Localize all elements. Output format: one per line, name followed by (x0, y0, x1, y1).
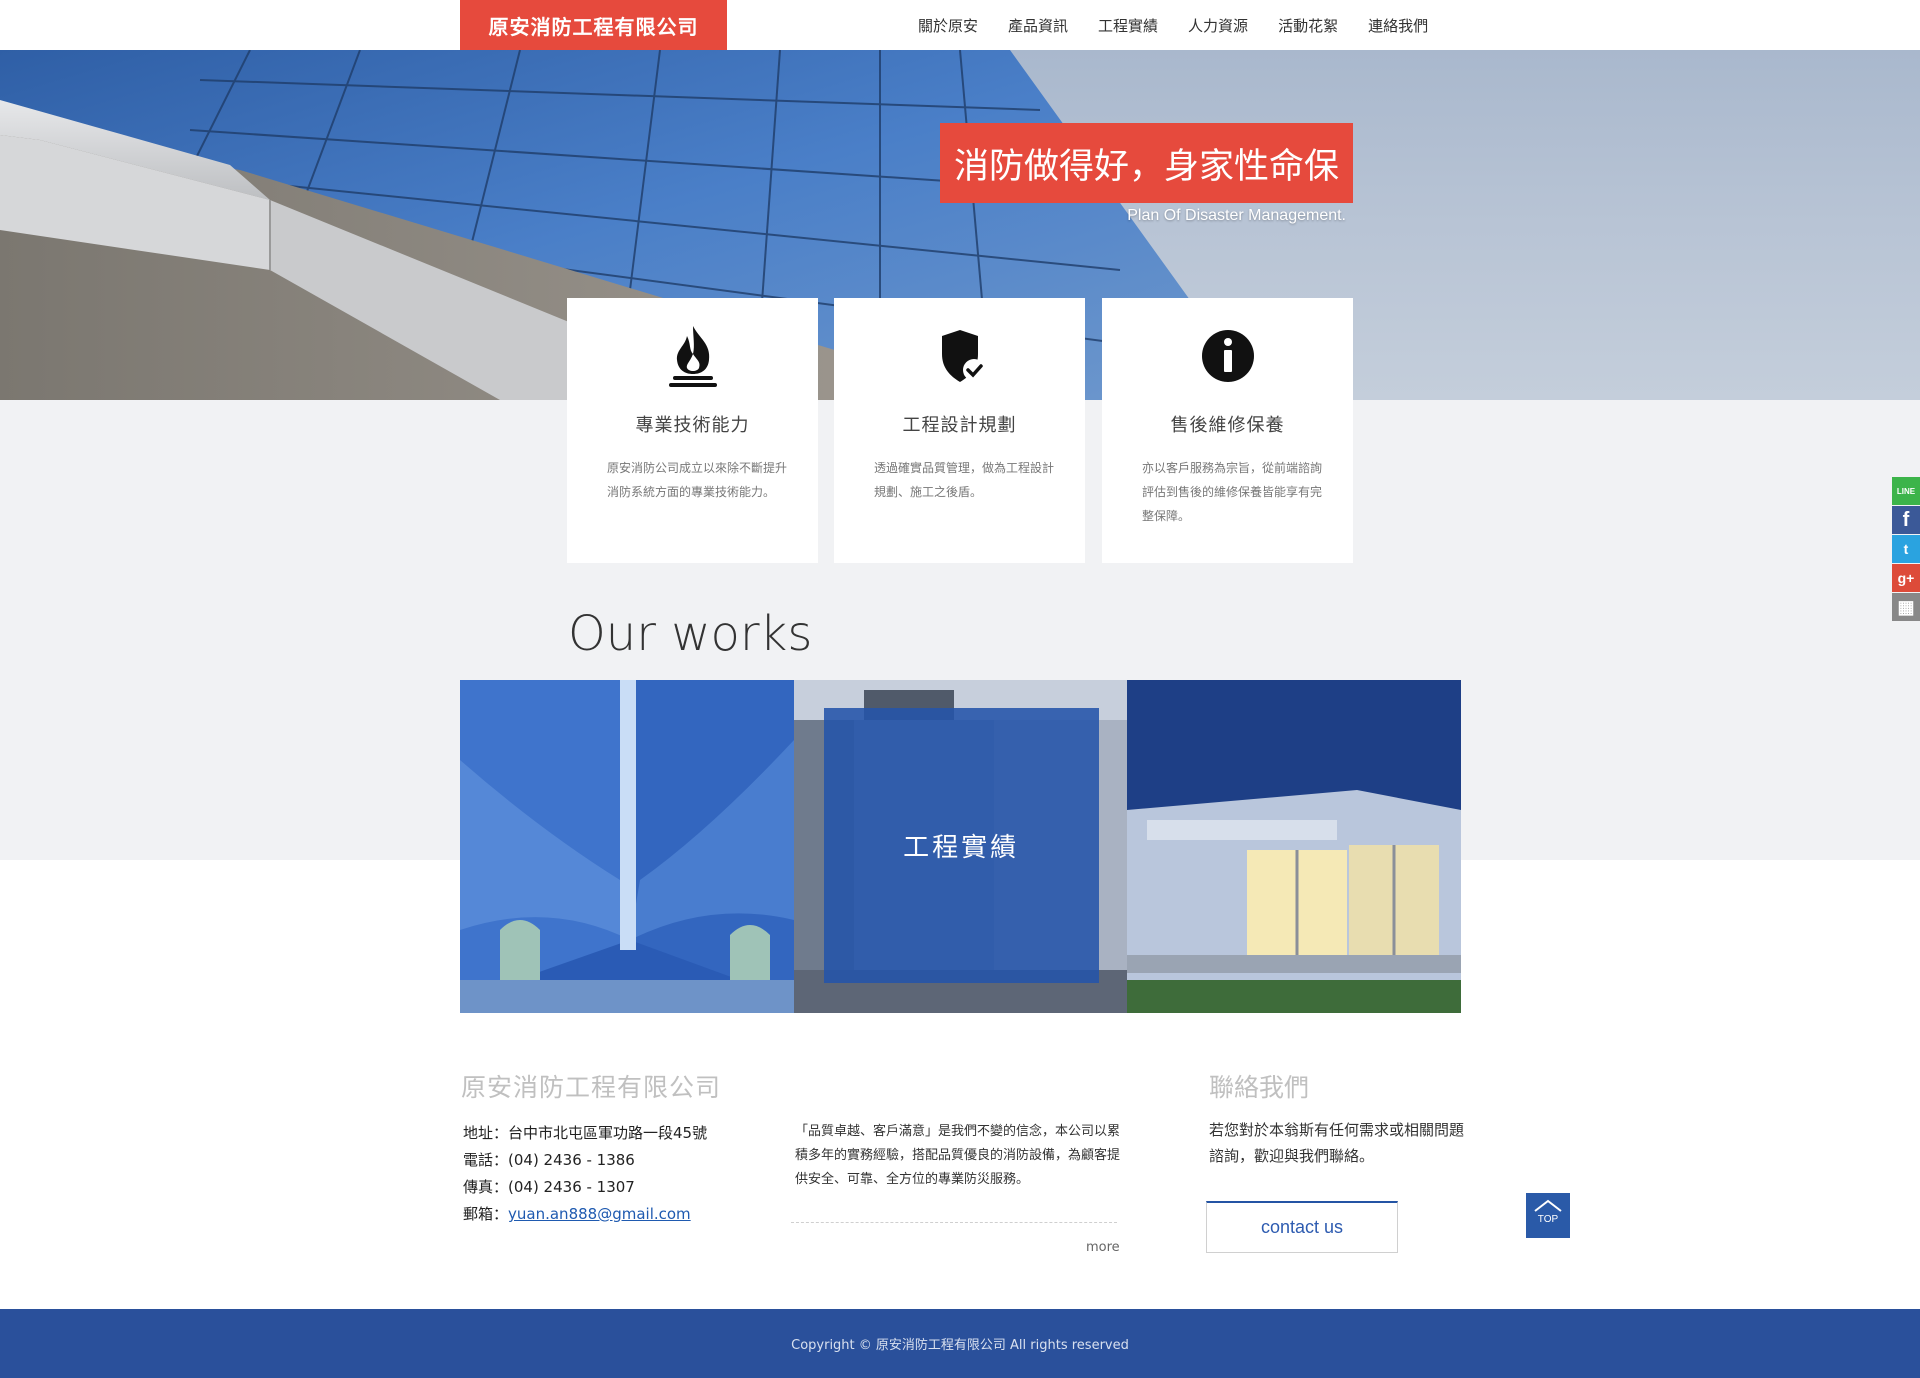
about-text: 「品質卓越、客戶滿意」是我們不變的信念，本公司以累積多年的實務經驗，搭配品質優良… (795, 1124, 1121, 1187)
contact-text: 若您對於本翁斯有任何需求或相關問題諮詢，歡迎與我們聯絡。 (1209, 1121, 1465, 1165)
google-plus-icon[interactable]: g+ (1892, 564, 1920, 592)
work-house[interactable] (1127, 680, 1461, 1013)
contact-heading: 聯絡我們 (1209, 1073, 1310, 1102)
feature-description: 原安消防公司成立以來除不斷提升消防系統方面的專業技術能力。 (607, 461, 788, 499)
hero-title: 消防做得好，身家性命保 (940, 123, 1353, 203)
hero-subtitle: Plan Of Disaster Management. (1127, 207, 1346, 224)
copyright-bar: Copyright © 原安消防工程有限公司 All rights reserv… (0, 1309, 1920, 1378)
facebook-icon[interactable]: f (1892, 506, 1920, 534)
chevron-up-icon (1534, 1199, 1562, 1212)
nav-about[interactable]: 關於原安 (918, 15, 978, 36)
email-link[interactable]: yuan.an888@gmail.com (508, 1205, 691, 1223)
feature-card-technology: 專業技術能力 原安消防公司成立以來除不斷提升消防系統方面的專業技術能力。 (567, 298, 818, 563)
contact-info: 地址：台中市北屯區軍功路一段45號 電話：(04) 2436 - 1386 傳真… (463, 1120, 707, 1228)
social-sidebar: LINE f t g+ ▦ (1892, 477, 1920, 622)
address-text: 地址：台中市北屯區軍功路一段45號 (463, 1124, 708, 1142)
work-building[interactable]: 工程實績 (793, 680, 1128, 1013)
works-gallery: 工程實績 (460, 680, 1461, 1013)
qrcode-icon[interactable]: ▦ (1892, 593, 1920, 621)
info-icon (1102, 324, 1353, 390)
works-heading: Our works (568, 606, 813, 662)
more-link[interactable]: more (1086, 1240, 1120, 1255)
shield-check-icon (834, 324, 1085, 390)
works-overlay-label[interactable]: 工程實績 (823, 708, 1099, 983)
nav-events[interactable]: 活動花絮 (1278, 15, 1338, 36)
twitter-icon[interactable]: t (1892, 535, 1920, 563)
fire-icon (567, 324, 818, 390)
phone-text: 電話：(04) 2436 - 1386 (463, 1151, 635, 1169)
back-to-top-button[interactable]: TOP (1526, 1193, 1570, 1238)
work-bridge[interactable] (460, 680, 794, 1013)
feature-title: 工程設計規劃 (902, 415, 1017, 436)
bridge-image (460, 680, 794, 1013)
nav-contact[interactable]: 連絡我們 (1368, 15, 1428, 36)
feature-card-maintenance: 售後維修保養 亦以客戶服務為宗旨，從前端諮詢評估到售後的維修保養皆能享有完整保障… (1102, 298, 1353, 563)
site-logo[interactable]: 原安消防工程有限公司 (460, 0, 727, 50)
feature-card-design: 工程設計規劃 透過確實品質管理，做為工程設計規劃、施工之後盾。 (834, 298, 1085, 563)
nav-products[interactable]: 產品資訊 (1008, 15, 1068, 36)
email-label: 郵箱： (463, 1205, 509, 1223)
divider (791, 1222, 1117, 1223)
nav-projects[interactable]: 工程實績 (1098, 15, 1158, 36)
top-label: TOP (1537, 1214, 1559, 1225)
email-row: 郵箱：yuan.an888@gmail.com (463, 1201, 707, 1228)
main-nav: 關於原安 產品資訊 工程實績 人力資源 活動花絮 連絡我們 (918, 0, 1458, 50)
feature-title: 售後維修保養 (1170, 415, 1285, 436)
footer-company-name: 原安消防工程有限公司 (461, 1073, 722, 1102)
contact-us-button[interactable]: contact us (1206, 1201, 1398, 1253)
fax-text: 傳真：(04) 2436 - 1307 (463, 1178, 635, 1196)
line-icon[interactable]: LINE (1892, 477, 1920, 505)
copyright-text: Copyright © 原安消防工程有限公司 All rights reserv… (791, 1338, 1129, 1353)
feature-title: 專業技術能力 (635, 415, 750, 436)
house-image (1127, 680, 1461, 1013)
nav-careers[interactable]: 人力資源 (1188, 15, 1248, 36)
feature-description: 亦以客戶服務為宗旨，從前端諮詢評估到售後的維修保養皆能享有完整保障。 (1142, 461, 1323, 523)
feature-description: 透過確實品質管理，做為工程設計規劃、施工之後盾。 (874, 461, 1055, 499)
site-header: 原安消防工程有限公司 關於原安 產品資訊 工程實績 人力資源 活動花絮 連絡我們 (0, 0, 1920, 50)
